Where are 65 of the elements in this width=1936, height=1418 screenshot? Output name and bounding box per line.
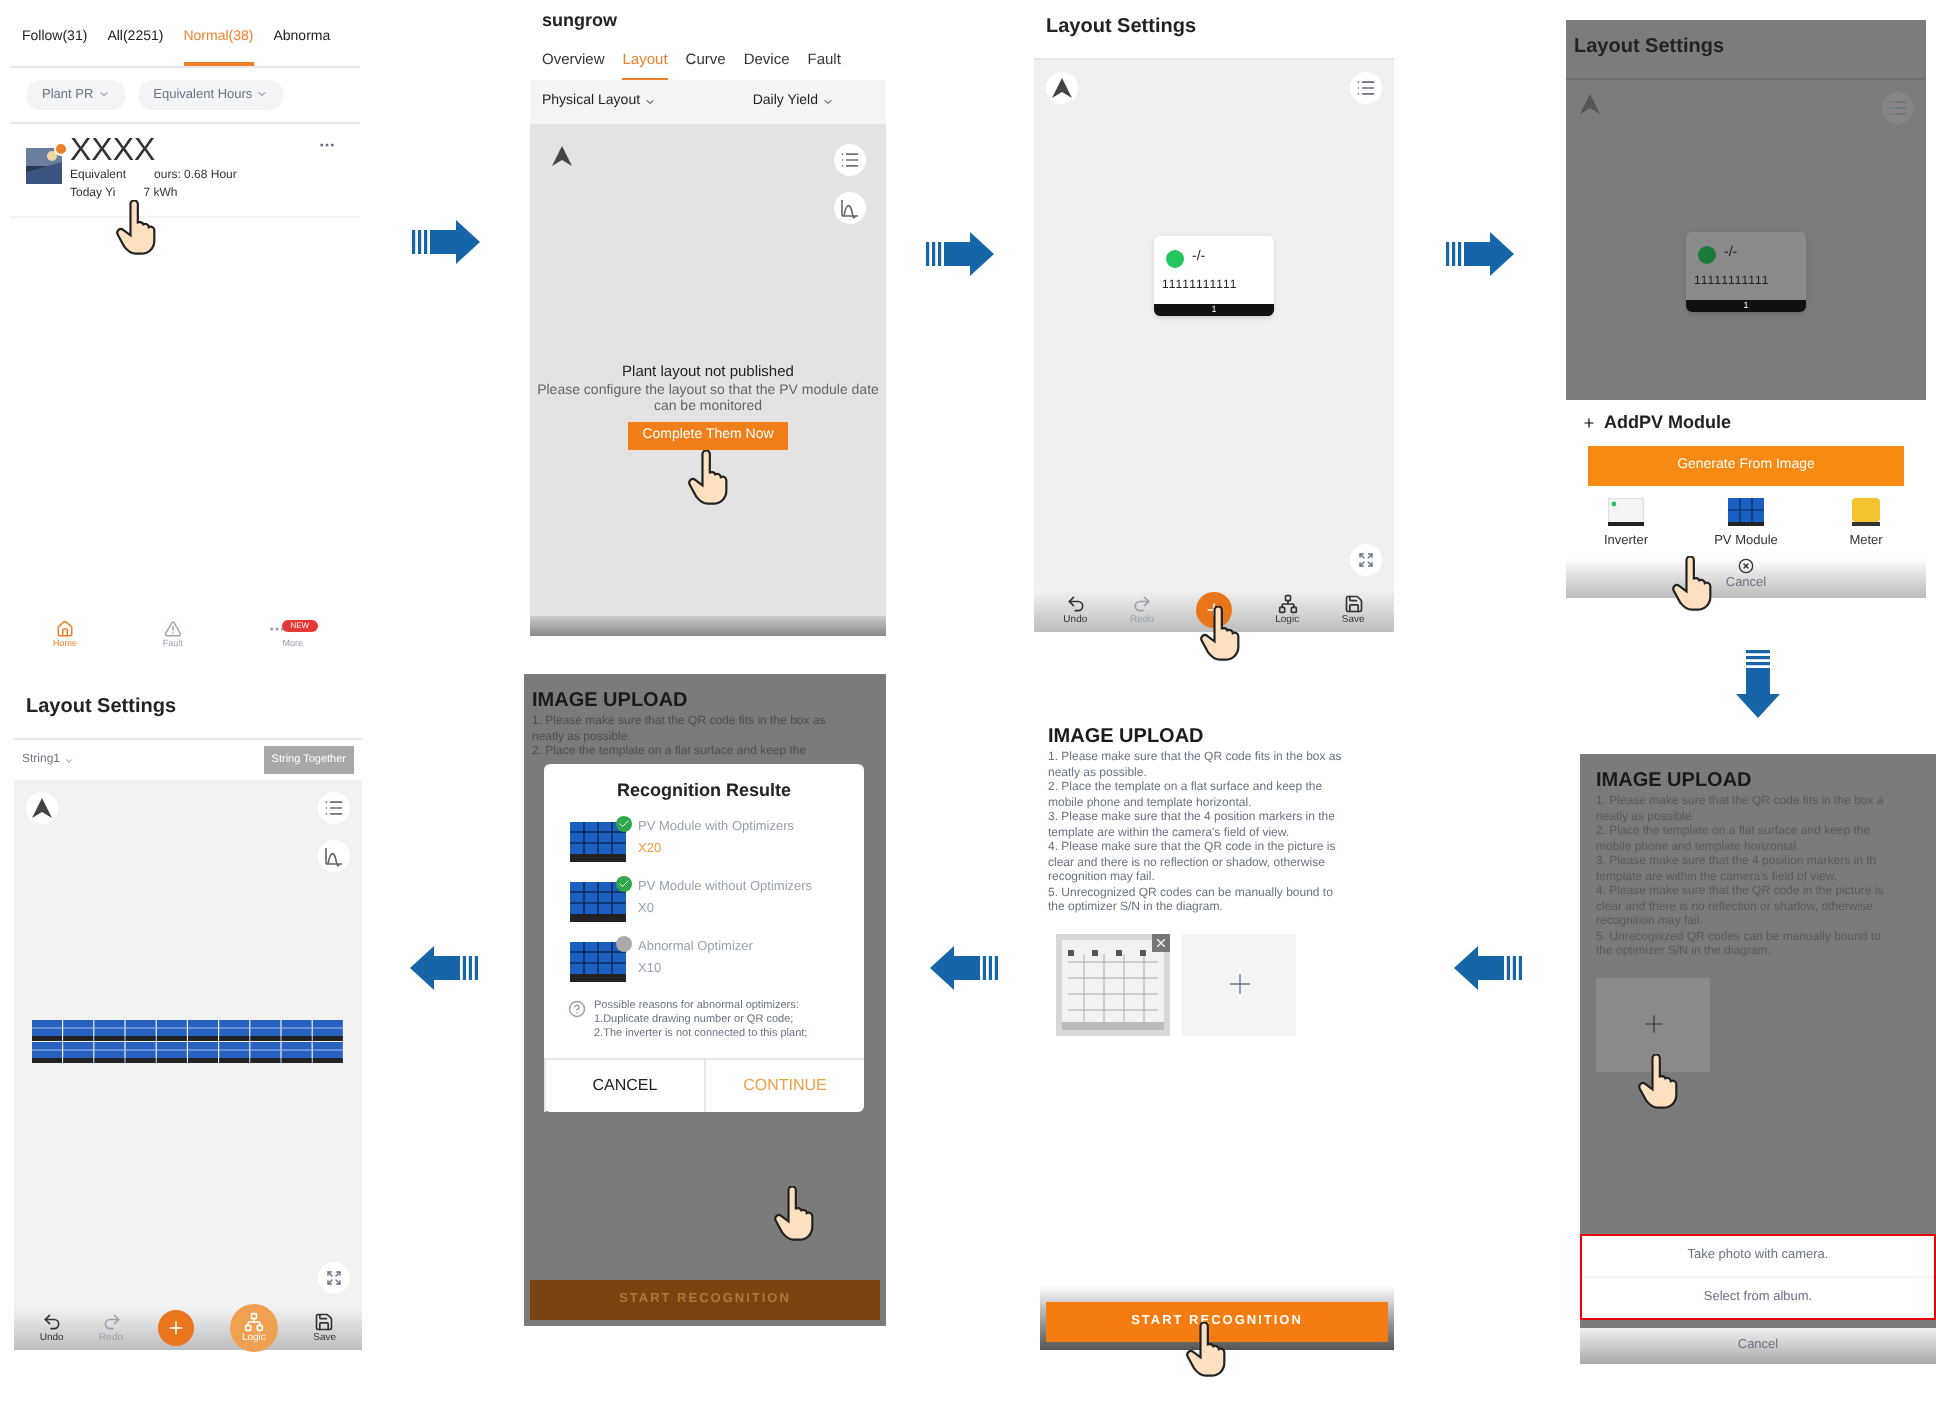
pointing-hand-icon bbox=[114, 200, 158, 256]
list-icon[interactable] bbox=[834, 144, 866, 177]
remove-icon[interactable] bbox=[1152, 933, 1170, 951]
home-icon bbox=[55, 620, 74, 639]
undo-icon bbox=[41, 1312, 62, 1332]
screen-title: IMAGE UPLOAD bbox=[1046, 724, 1206, 751]
pointing-hand-icon bbox=[1670, 556, 1714, 612]
plus-icon bbox=[1582, 416, 1596, 431]
add-photo-tile[interactable] bbox=[1182, 933, 1296, 1035]
pointing-hand-icon bbox=[1198, 606, 1242, 662]
flow-arrow-icon bbox=[1453, 946, 1521, 990]
pointing-hand-icon bbox=[686, 450, 730, 506]
add-button[interactable] bbox=[158, 1310, 195, 1346]
cancel-icon[interactable] bbox=[1738, 557, 1754, 574]
solar-panel-icon bbox=[570, 821, 626, 861]
status-badge-icon bbox=[54, 142, 68, 157]
redo-icon bbox=[1131, 594, 1152, 614]
north-arrow-icon bbox=[1050, 76, 1074, 100]
network-icon bbox=[1277, 594, 1298, 614]
sheet-title: AddPV Module bbox=[1604, 410, 1731, 436]
dialog-button[interactable]: CANCEL bbox=[544, 1059, 704, 1111]
save-icon bbox=[314, 1312, 335, 1332]
caret-icon bbox=[644, 96, 657, 108]
screen-title: Layout Settings bbox=[1044, 14, 1199, 42]
flow-arrow-icon bbox=[1446, 232, 1514, 276]
list-icon[interactable] bbox=[318, 792, 350, 825]
save-icon bbox=[1343, 594, 1364, 614]
solar-panel-icon bbox=[570, 881, 626, 921]
caret-icon bbox=[64, 755, 75, 766]
pointing-hand-icon bbox=[1636, 1054, 1680, 1110]
flow-arrow-icon bbox=[926, 232, 994, 276]
undo-icon bbox=[1065, 594, 1086, 614]
north-arrow-icon bbox=[550, 144, 574, 169]
screen-title: IMAGE UPLOAD bbox=[530, 688, 690, 715]
plus-icon bbox=[166, 1318, 187, 1338]
redo-icon bbox=[101, 1312, 122, 1332]
warning-icon bbox=[163, 620, 182, 639]
curve-chart-icon[interactable] bbox=[834, 192, 866, 225]
caret-icon bbox=[822, 96, 834, 108]
north-arrow-icon bbox=[30, 796, 54, 821]
screen-title: IMAGE UPLOAD bbox=[1594, 768, 1754, 795]
inverter-icon bbox=[1608, 498, 1644, 526]
caret-icon bbox=[256, 88, 269, 101]
plant-name: XXXX bbox=[70, 136, 158, 169]
brand-title: sungrow bbox=[540, 8, 619, 34]
flow-arrow-icon bbox=[1734, 650, 1782, 718]
solar-panel-icon bbox=[570, 941, 626, 981]
list-icon[interactable] bbox=[1350, 72, 1382, 104]
dialog-title: Recognition Resulte bbox=[614, 778, 793, 804]
flow-arrow-icon bbox=[411, 220, 479, 264]
screen-title: Layout Settings bbox=[1566, 20, 1926, 80]
screen-title: Layout Settings bbox=[14, 680, 362, 740]
network-icon bbox=[243, 1312, 264, 1332]
caret-icon bbox=[97, 88, 110, 101]
solar-panel-icon bbox=[1728, 498, 1764, 526]
pointing-hand-icon bbox=[772, 1186, 816, 1242]
meter-icon bbox=[1852, 498, 1880, 526]
flow-arrow-icon bbox=[409, 946, 477, 990]
flow-arrow-icon bbox=[929, 946, 997, 990]
help-icon bbox=[568, 999, 586, 1017]
expand-icon[interactable] bbox=[318, 1262, 350, 1294]
north-arrow-icon bbox=[1578, 92, 1602, 116]
curve-chart-icon[interactable] bbox=[318, 840, 350, 873]
expand-icon[interactable] bbox=[1350, 544, 1382, 576]
pointing-hand-icon bbox=[1184, 1322, 1228, 1378]
